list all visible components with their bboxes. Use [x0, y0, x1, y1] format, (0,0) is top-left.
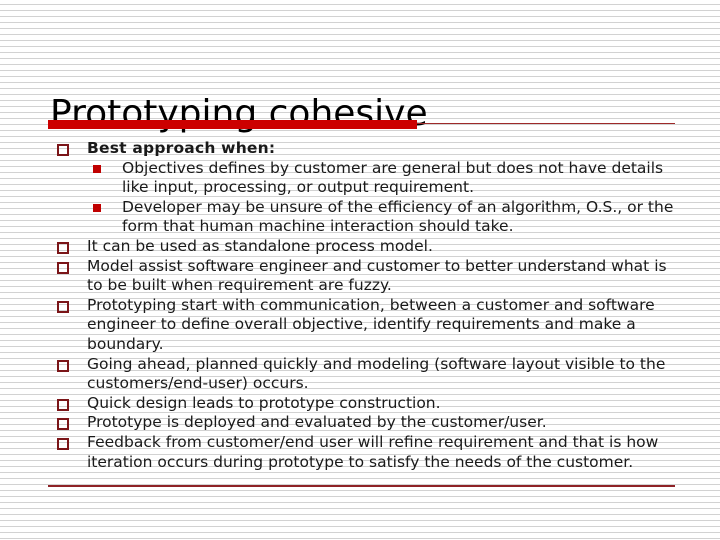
hollow-square-bullet-icon	[57, 261, 69, 274]
list-item: Quick design leads to prototype construc…	[0, 394, 720, 414]
list-item-text: Prototyping start with communication, be…	[87, 295, 655, 353]
list-item: Best approach when:	[0, 139, 720, 159]
footer-divider-rule	[48, 485, 675, 487]
list-item-text: Going ahead, planned quickly and modelin…	[87, 354, 666, 393]
list-item: Developer may be unsure of the efficienc…	[0, 198, 720, 237]
list-item-text: It can be used as standalone process mod…	[87, 236, 433, 255]
page-title: Prototyping cohesive	[50, 93, 428, 135]
hollow-square-bullet-icon	[57, 241, 69, 254]
list-item-text: Feedback from customer/end user will ref…	[87, 432, 659, 471]
list-item-text: Objectives defines by customer are gener…	[122, 158, 664, 197]
hollow-square-bullet-icon	[57, 437, 69, 450]
title-underline-thick	[48, 120, 417, 129]
list-item: Prototype is deployed and evaluated by t…	[0, 413, 720, 433]
hollow-square-bullet-icon	[57, 359, 69, 372]
list-item-text: Prototype is deployed and evaluated by t…	[87, 413, 547, 432]
hollow-square-bullet-icon	[57, 398, 69, 411]
list-item: Going ahead, planned quickly and modelin…	[0, 355, 720, 394]
slide-body-bullet-list: Best approach when: Objectives defines b…	[0, 139, 720, 472]
presentation-slide: Prototyping cohesive Best approach when:…	[0, 0, 720, 540]
list-item: Objectives defines by customer are gener…	[0, 159, 720, 198]
filled-square-bullet-icon	[93, 164, 101, 173]
hollow-square-bullet-icon	[57, 144, 69, 156]
list-item: Feedback from customer/end user will ref…	[0, 433, 720, 472]
list-item: Prototyping start with communication, be…	[0, 296, 720, 355]
list-item-text: Best approach when:	[87, 139, 276, 157]
hollow-square-bullet-icon	[57, 418, 69, 431]
list-item-text: Developer may be unsure of the efficienc…	[122, 197, 674, 236]
filled-square-bullet-icon	[93, 203, 101, 212]
list-item: Model assist software engineer and custo…	[0, 257, 720, 296]
list-item-text: Model assist software engineer and custo…	[87, 256, 667, 295]
hollow-square-bullet-icon	[57, 300, 69, 313]
list-item-text: Quick design leads to prototype construc…	[87, 393, 441, 412]
list-item: It can be used as standalone process mod…	[0, 237, 720, 257]
